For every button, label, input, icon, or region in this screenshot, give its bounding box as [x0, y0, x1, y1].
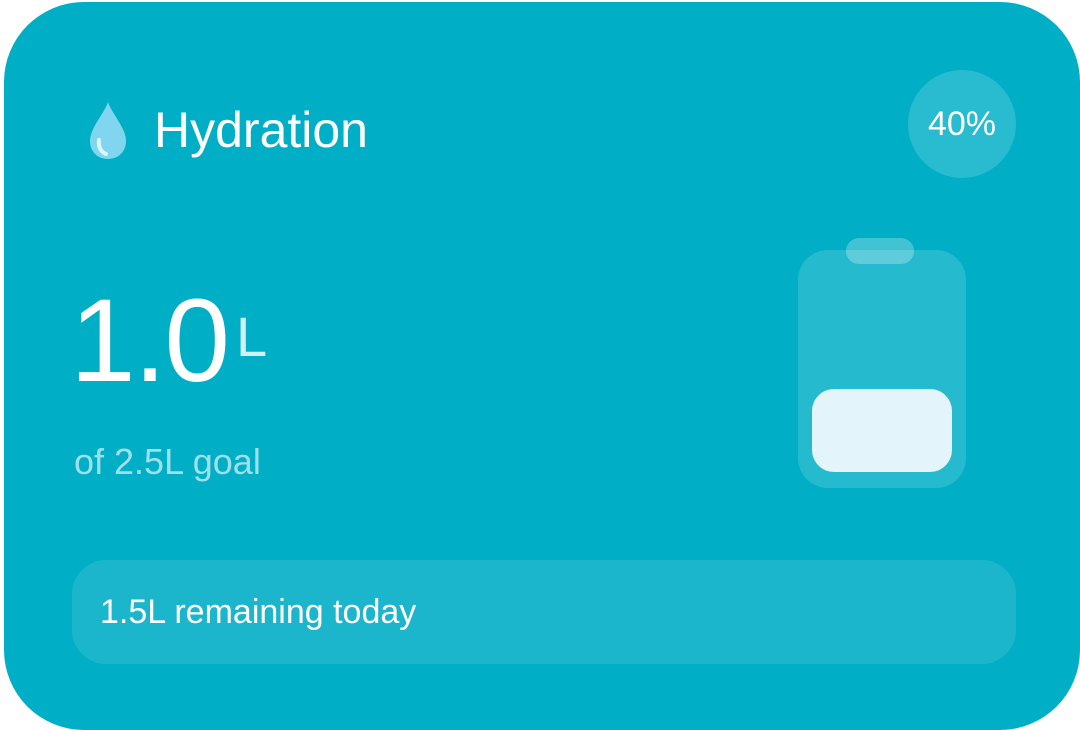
- water-drop-icon: [90, 102, 126, 159]
- remaining-text: 1.5L remaining today: [100, 593, 417, 631]
- intake-unit: L: [236, 305, 268, 368]
- percent-label: 40%: [927, 104, 997, 143]
- bottle-fill-level: [812, 389, 952, 472]
- goal-text: of 2.5L goal: [74, 441, 261, 482]
- remaining-banner: 1.5L remaining today: [72, 560, 1016, 664]
- hydration-card[interactable]: Hydration 40% 1.0 L of 2.5L goal 1.5L re…: [4, 2, 1080, 730]
- percent-badge: 40%: [908, 70, 1016, 178]
- bottle-body: [798, 250, 966, 488]
- widget-title: Hydration: [154, 102, 368, 158]
- water-bottle-icon: [794, 238, 970, 492]
- intake-amount: 1.0: [70, 275, 230, 407]
